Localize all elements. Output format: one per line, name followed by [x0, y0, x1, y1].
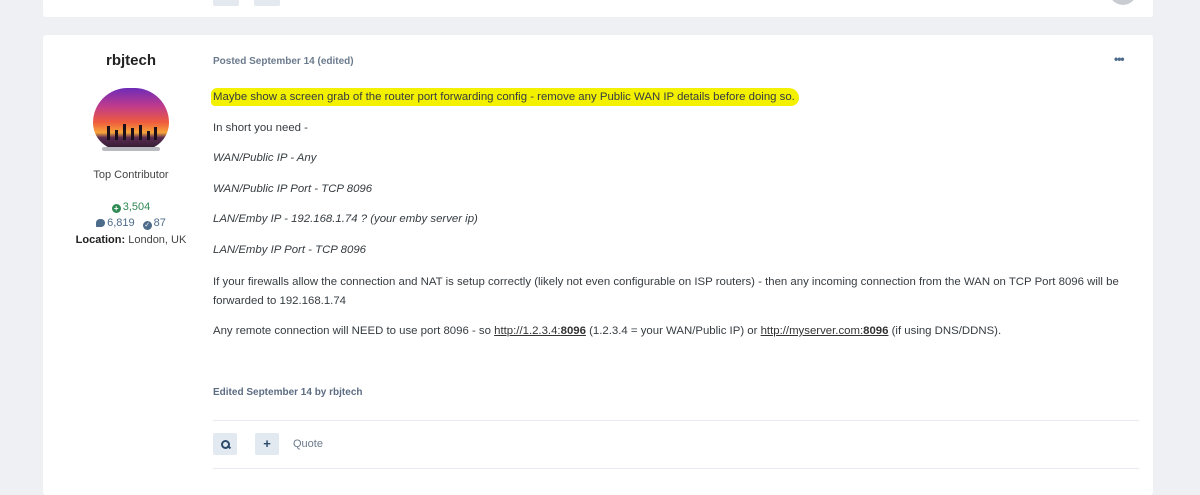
ip-link[interactable]: http://1.2.3.4:8096	[494, 325, 586, 337]
reputation-badge[interactable]: +3,504	[43, 201, 219, 213]
plus-icon: +	[263, 436, 271, 451]
author-stats: 6,819 ✓ 87	[43, 217, 219, 230]
location-value: London, UK	[128, 234, 187, 246]
reputation-count: 3,504	[122, 201, 151, 213]
remote-paragraph: Any remote connection will NEED to use p…	[213, 325, 1001, 337]
edited-note: Edited September 14 by rbjtech	[213, 387, 363, 398]
highlighted-line: Maybe show a screen grab of the router p…	[211, 88, 799, 106]
post-meta[interactable]: Posted September 14 (edited)	[213, 56, 354, 67]
requirement-item: WAN/Public IP Port - TCP 8096	[213, 183, 373, 195]
firewall-paragraph: If your firewalls allow the connection a…	[213, 276, 1119, 307]
search-button[interactable]	[213, 433, 237, 455]
remote-middle: (1.2.3.4 = your WAN/Public IP) or	[585, 325, 761, 337]
requirement-item: LAN/Emby IP - 192.168.1.74 ? (your emby …	[213, 213, 478, 225]
author-name[interactable]: rbjtech	[43, 52, 219, 69]
author-title: Top Contributor	[93, 169, 169, 181]
location-label: Location:	[75, 234, 126, 246]
previous-post-button[interactable]	[213, 0, 239, 6]
solution-count: 87	[153, 217, 166, 229]
divider	[213, 420, 1139, 421]
remote-prefix: Any remote connection will NEED to use p…	[213, 325, 495, 337]
previous-post-footer	[43, 0, 1153, 17]
intro-text: In short you need -	[213, 122, 308, 134]
check-circle-icon: ✓	[142, 221, 152, 230]
requirement-item: WAN/Public IP - Any	[213, 152, 317, 164]
comment-icon	[96, 219, 106, 227]
avatar-frame	[102, 147, 160, 151]
remote-suffix: (if using DNS/DDNS).	[888, 325, 1002, 337]
domain-link[interactable]: http://myserver.com:8096	[761, 325, 889, 337]
forum-post: rbjtech Top Contributor +3,504 6,819 ✓ 87 …	[43, 35, 1153, 495]
post-count: 6,819	[107, 217, 135, 229]
highlighted-text: Maybe show a screen grab of the router p…	[211, 88, 799, 106]
author-location: Location: London, UK	[43, 234, 219, 246]
avatar[interactable]	[93, 88, 169, 150]
search-icon	[221, 440, 232, 450]
previous-post-button[interactable]	[254, 0, 280, 6]
requirement-item: LAN/Emby IP Port - TCP 8096	[213, 244, 366, 256]
quote-button[interactable]: Quote	[293, 438, 323, 450]
previous-post-avatar[interactable]	[1109, 0, 1137, 5]
divider	[213, 468, 1139, 469]
ellipsis-icon[interactable]: •••	[1114, 52, 1128, 66]
multiquote-button[interactable]: +	[255, 433, 279, 455]
plus-circle-icon: +	[111, 204, 121, 213]
